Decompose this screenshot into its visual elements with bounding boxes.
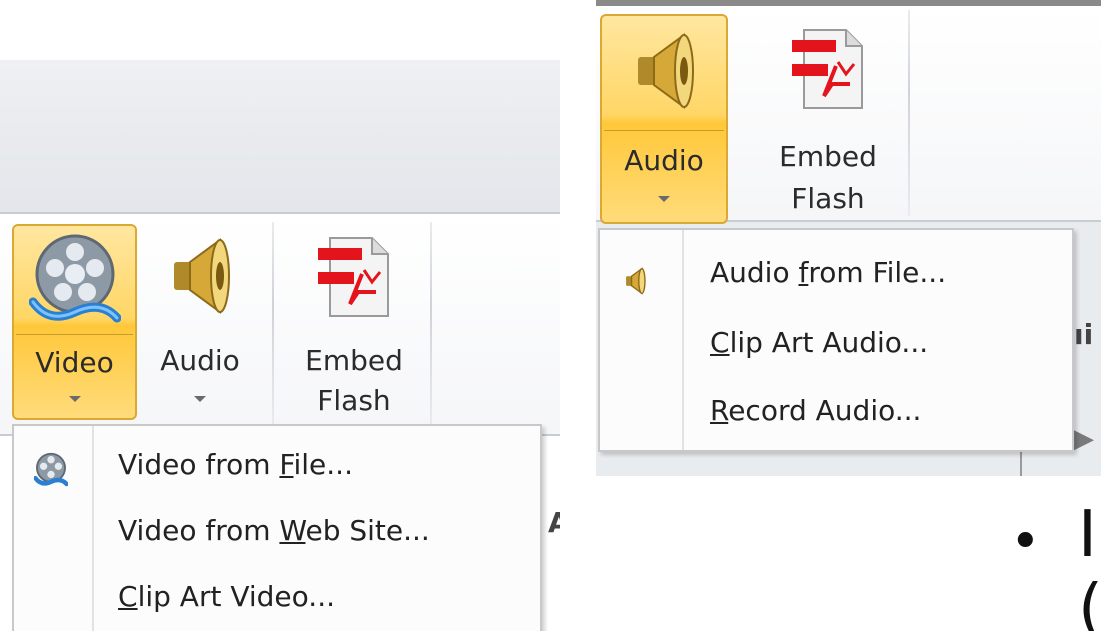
- menu-item-video-from-file[interactable]: Video from File...: [14, 434, 540, 496]
- audio-button[interactable]: Audio: [600, 14, 728, 224]
- embed-flash-button[interactable]: Embed Flash: [756, 14, 900, 224]
- split-line: [604, 130, 724, 131]
- embed-flash-label-line2: Flash: [317, 384, 391, 417]
- chevron-down-icon: [658, 196, 670, 202]
- audio-dropdown-menu: Audio from File... Clip Art Audio... Rec…: [598, 228, 1074, 452]
- embed-flash-label-line1: Embed: [305, 344, 403, 377]
- chevron-down-icon: [68, 396, 81, 402]
- menu-item-clip-art-video[interactable]: Clip Art Video...: [14, 566, 540, 628]
- embed-flash-label-line1: Embed: [779, 140, 877, 173]
- menu-item-record-audio[interactable]: Record Audio...: [600, 380, 1072, 442]
- menu-item-clip-art-audio[interactable]: Clip Art Audio...: [600, 312, 1072, 374]
- menu-item-label: Record Audio...: [710, 394, 922, 427]
- speaker-icon: [624, 256, 646, 318]
- flash-document-icon: [314, 234, 394, 332]
- group-separator: [908, 10, 910, 216]
- play-arrow-icon[interactable]: ▶: [1074, 424, 1094, 454]
- audio-button-label: Audio: [624, 144, 704, 177]
- menu-item-label: Clip Art Audio...: [710, 326, 929, 359]
- speaker-icon: [632, 26, 696, 128]
- right-ribbon-panel: Audio Embed Flash ıi ▶ Audio from File..…: [596, 0, 1101, 476]
- partial-bullet-text: I: [1078, 498, 1097, 572]
- left-ribbon-panel: Video Audio Embed Flash A Video from Fil…: [0, 60, 560, 631]
- embed-flash-button[interactable]: Embed Flash: [284, 224, 424, 420]
- film-reel-icon: [28, 232, 121, 340]
- partial-bullet-text-line2: (: [1078, 572, 1101, 631]
- group-separator: [272, 222, 274, 428]
- flash-document-icon: [788, 26, 868, 124]
- video-button[interactable]: Video: [12, 224, 137, 420]
- group-separator: [430, 222, 432, 428]
- menu-item-label: Clip Art Video...: [118, 580, 335, 613]
- menu-item-audio-from-file[interactable]: Audio from File...: [600, 242, 1072, 304]
- menu-item-label: Audio from File...: [710, 256, 947, 289]
- audio-button-label: Audio: [160, 344, 240, 377]
- chevron-down-icon: [194, 396, 206, 402]
- embed-flash-label-line2: Flash: [791, 182, 865, 215]
- split-line: [16, 334, 133, 335]
- video-dropdown-menu: Video from File... Video from Web Site..…: [12, 424, 542, 631]
- ribbon-tab-strip: [0, 60, 560, 212]
- partial-label: A: [548, 506, 560, 539]
- video-button-label: Video: [35, 346, 114, 379]
- menu-item-label: Video from Web Site...: [118, 514, 430, 547]
- partial-label: ıi: [1074, 318, 1094, 351]
- speaker-icon: [168, 234, 232, 330]
- bullet-marker: •: [1010, 512, 1041, 572]
- menu-item-label: Video from File...: [118, 448, 353, 481]
- menu-item-video-from-web-site[interactable]: Video from Web Site...: [14, 500, 540, 562]
- audio-button[interactable]: Audio: [140, 224, 260, 420]
